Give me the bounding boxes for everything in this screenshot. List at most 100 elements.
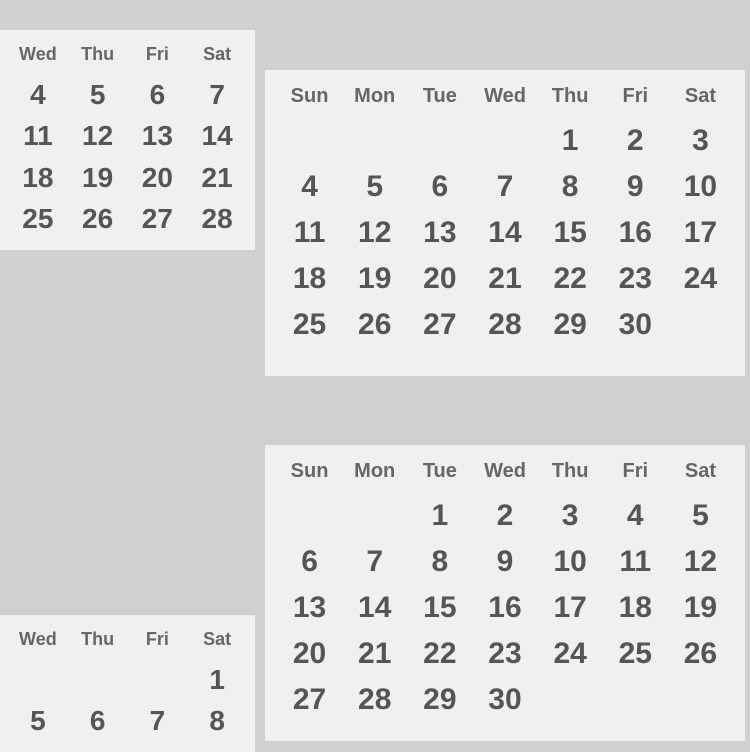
day-cell: 19 (668, 585, 733, 631)
day-cell: 18 (603, 585, 668, 631)
day-header: Tue (407, 80, 472, 118)
day-cell: 5 (68, 74, 128, 116)
day-cell: 8 (407, 539, 472, 585)
calendar-top-right: SunMonTueWedThuFriSat1234567891011121314… (265, 70, 745, 376)
day-cell: 26 (668, 631, 733, 677)
day-cell: 6 (68, 700, 128, 742)
day-header: Fri (603, 455, 668, 493)
day-cell (668, 302, 733, 348)
day-header: Fri (603, 80, 668, 118)
day-header: Mon (342, 80, 407, 118)
day-cell: 7 (342, 539, 407, 585)
day-cell: 22 (407, 631, 472, 677)
day-cell: 6 (407, 164, 472, 210)
day-cell: 20 (128, 157, 188, 199)
day-cell (603, 677, 668, 723)
day-cell: 13 (277, 585, 342, 631)
day-cell: 11 (277, 210, 342, 256)
day-cell (668, 677, 733, 723)
bottom-right-grid: SunMonTueWedThuFriSat1234567891011121314… (277, 455, 733, 723)
day-cell: 15 (407, 585, 472, 631)
day-cell: 20 (277, 631, 342, 677)
day-cell: 19 (342, 256, 407, 302)
day-cell: 26 (342, 302, 407, 348)
day-cell: 10 (668, 164, 733, 210)
day-cell: 3 (538, 493, 603, 539)
day-header: Sat (668, 455, 733, 493)
day-cell: 9 (472, 539, 537, 585)
day-cell: 16 (472, 585, 537, 631)
day-cell: 27 (407, 302, 472, 348)
day-cell: 27 (277, 677, 342, 723)
day-cell (472, 118, 537, 164)
day-cell: 15 (538, 210, 603, 256)
day-cell: 24 (668, 256, 733, 302)
day-cell: 11 (603, 539, 668, 585)
day-cell: 19 (68, 157, 128, 199)
day-header: Wed (8, 40, 68, 74)
day-cell: 11 (8, 115, 68, 157)
day-header: Sun (277, 455, 342, 493)
day-cell: 13 (407, 210, 472, 256)
day-cell: 8 (538, 164, 603, 210)
day-cell (407, 118, 472, 164)
day-cell: 30 (472, 677, 537, 723)
day-cell: 30 (603, 302, 668, 348)
day-cell: 21 (472, 256, 537, 302)
day-cell: 4 (603, 493, 668, 539)
day-header: Wed (472, 455, 537, 493)
day-header: Sun (277, 80, 342, 118)
day-header: Fri (128, 625, 188, 659)
day-cell: 18 (277, 256, 342, 302)
day-cell: 1 (407, 493, 472, 539)
day-header: Mon (342, 455, 407, 493)
day-cell: 6 (277, 539, 342, 585)
day-cell (342, 493, 407, 539)
day-cell (538, 677, 603, 723)
day-cell: 7 (187, 74, 247, 116)
day-cell: 2 (603, 118, 668, 164)
day-cell: 17 (538, 585, 603, 631)
day-header: Wed (8, 625, 68, 659)
day-cell: 28 (342, 677, 407, 723)
day-cell (342, 118, 407, 164)
day-cell: 1 (538, 118, 603, 164)
day-cell: 9 (603, 164, 668, 210)
day-cell: 8 (187, 700, 247, 742)
day-cell (277, 118, 342, 164)
day-cell: 5 (668, 493, 733, 539)
day-cell: 14 (187, 115, 247, 157)
bottom-left-grid: WedThuFriSat15678 (8, 625, 247, 742)
day-cell: 4 (277, 164, 342, 210)
day-cell: 5 (8, 700, 68, 742)
day-cell: 14 (472, 210, 537, 256)
day-cell: 6 (128, 74, 188, 116)
day-header: Tue (407, 455, 472, 493)
day-cell (277, 493, 342, 539)
day-header: Wed (472, 80, 537, 118)
day-cell: 25 (8, 198, 68, 240)
day-cell: 7 (472, 164, 537, 210)
day-cell: 13 (128, 115, 188, 157)
day-cell: 7 (128, 700, 188, 742)
day-cell: 22 (538, 256, 603, 302)
day-cell: 29 (538, 302, 603, 348)
day-cell: 12 (342, 210, 407, 256)
day-cell: 21 (187, 157, 247, 199)
day-cell: 16 (603, 210, 668, 256)
day-cell: 17 (668, 210, 733, 256)
day-cell: 18 (8, 157, 68, 199)
day-header: Thu (538, 80, 603, 118)
calendar-bottom-right: SunMonTueWedThuFriSat1234567891011121314… (265, 445, 745, 741)
top-right-grid: SunMonTueWedThuFriSat1234567891011121314… (277, 80, 733, 358)
top-left-grid: WedThuFriSat4567111213141819202125262728 (8, 40, 247, 240)
day-cell: 25 (277, 302, 342, 348)
day-header: Sat (187, 625, 247, 659)
day-header: Thu (68, 40, 128, 74)
day-cell: 28 (472, 302, 537, 348)
day-cell: 28 (187, 198, 247, 240)
day-cell: 1 (187, 659, 247, 701)
day-header: Sat (668, 80, 733, 118)
day-cell: 10 (538, 539, 603, 585)
day-cell: 24 (538, 631, 603, 677)
